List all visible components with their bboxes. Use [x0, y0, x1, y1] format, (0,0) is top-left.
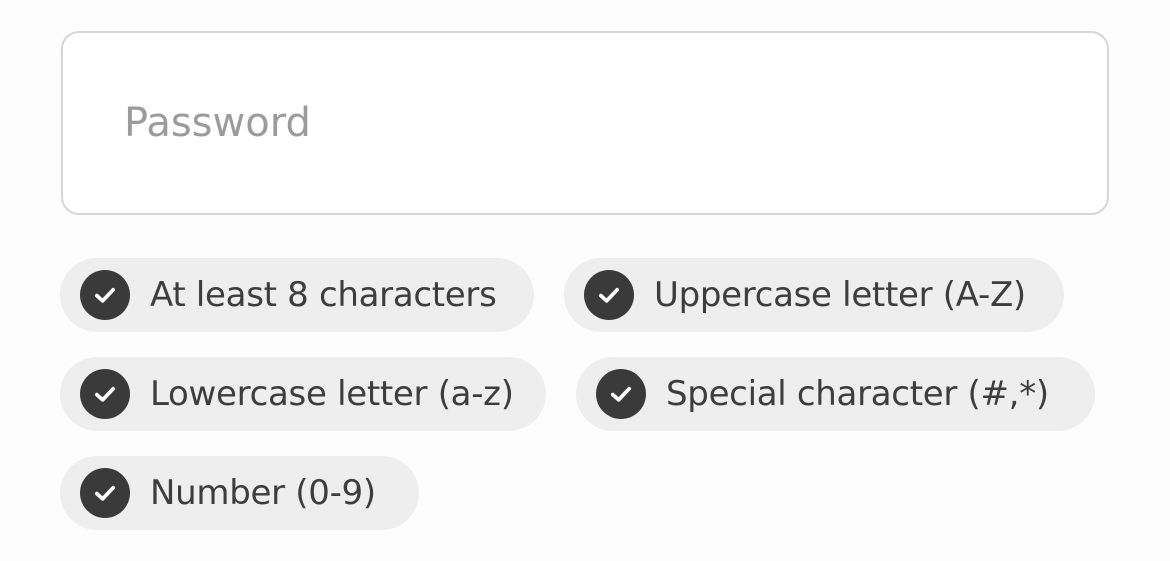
requirement-min-length: At least 8 characters — [60, 258, 534, 332]
requirement-special-character: Special character (#,*) — [576, 357, 1095, 431]
password-input[interactable] — [63, 33, 1107, 213]
requirement-label: Uppercase letter (A-Z) — [654, 275, 1026, 315]
check-circle-icon — [596, 369, 646, 419]
requirement-lowercase: Lowercase letter (a-z) — [60, 357, 546, 431]
requirement-label: Special character (#,*) — [666, 374, 1049, 414]
requirement-label: Number (0-9) — [150, 473, 376, 513]
check-circle-icon — [80, 270, 130, 320]
check-circle-icon — [80, 369, 130, 419]
check-circle-icon — [584, 270, 634, 320]
check-circle-icon — [80, 468, 130, 518]
password-field[interactable] — [61, 31, 1109, 215]
requirement-label: Lowercase letter (a-z) — [150, 374, 514, 414]
requirement-number: Number (0-9) — [60, 456, 419, 530]
requirement-label: At least 8 characters — [150, 275, 497, 315]
requirement-uppercase: Uppercase letter (A-Z) — [564, 258, 1064, 332]
